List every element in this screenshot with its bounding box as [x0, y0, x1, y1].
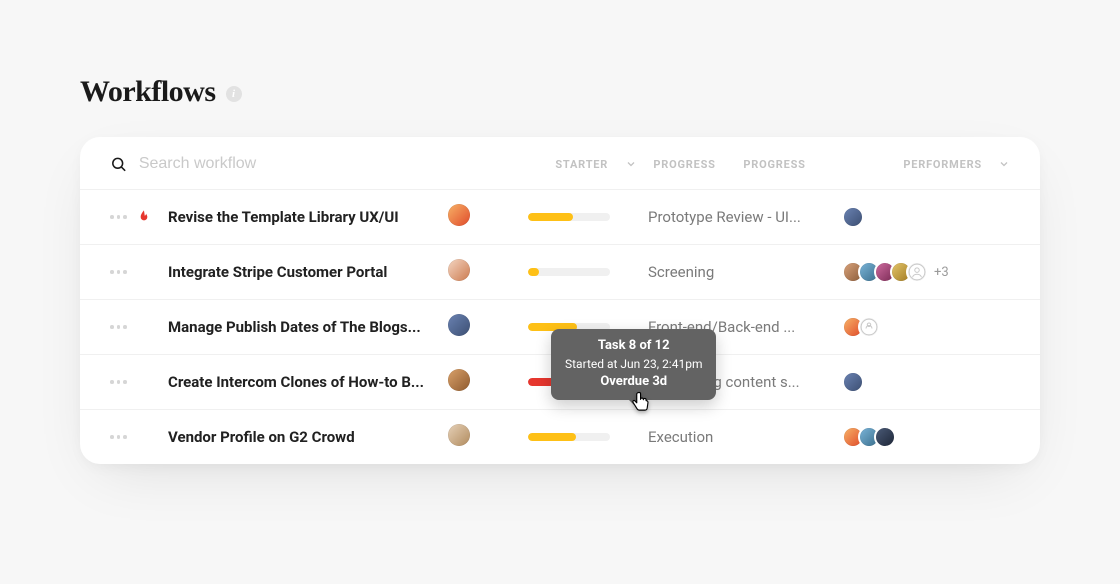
performers[interactable]	[838, 371, 1010, 393]
performers[interactable]	[838, 426, 1010, 448]
workflow-title[interactable]: Vendor Profile on G2 Crowd	[168, 428, 448, 446]
performer-avatar	[842, 371, 864, 393]
workflow-card: STARTER PROGRESS PROGRESS PERFORMERS Rev…	[80, 137, 1040, 464]
starter-avatar[interactable]	[448, 424, 528, 450]
more-icon[interactable]	[110, 215, 136, 219]
info-icon[interactable]: i	[226, 86, 242, 102]
more-icon[interactable]	[110, 270, 136, 274]
performers[interactable]	[838, 206, 1010, 228]
progress-bar[interactable]	[528, 433, 648, 441]
col-performers[interactable]: PERFORMERS	[903, 158, 982, 171]
workflow-title[interactable]: Revise the Template Library UX/UI	[168, 208, 448, 226]
performers[interactable]	[838, 316, 1010, 338]
starter-avatar[interactable]	[448, 314, 528, 340]
progress-bar[interactable]	[528, 213, 648, 221]
chevron-down-icon[interactable]	[982, 158, 1010, 170]
col-progress-stage: PROGRESS	[743, 158, 903, 171]
search-icon	[110, 155, 127, 173]
starter-avatar[interactable]	[448, 369, 528, 395]
tooltip-task: Task 8 of 12	[565, 337, 702, 356]
col-progress-bar: PROGRESS	[653, 158, 743, 171]
page-title: Workflows	[80, 75, 216, 109]
starter-avatar[interactable]	[448, 204, 528, 230]
progress-stage: Prototype Review - UI...	[648, 208, 838, 226]
more-icon[interactable]	[110, 435, 136, 439]
tooltip-started: Started at Jun 23, 2:41pm	[565, 356, 702, 373]
workflow-title[interactable]: Integrate Stripe Customer Portal	[168, 263, 448, 281]
progress-stage: Execution	[648, 428, 838, 446]
table-row[interactable]: Revise the Template Library UX/UI Prototy…	[80, 189, 1040, 244]
performers[interactable]: +3	[838, 261, 1010, 283]
performer-avatar	[842, 206, 864, 228]
starter-avatar[interactable]	[448, 259, 528, 285]
workflow-title[interactable]: Manage Publish Dates of The Blogs...	[168, 318, 448, 336]
more-icon[interactable]	[110, 380, 136, 384]
performers-overflow[interactable]: +3	[934, 265, 949, 280]
progress-stage: Screening	[648, 263, 838, 281]
avatar-placeholder-icon	[858, 316, 880, 338]
progress-bar[interactable]	[528, 268, 648, 276]
chevron-down-icon[interactable]	[625, 158, 653, 170]
pointer-cursor-icon	[627, 388, 653, 416]
performer-avatar	[874, 426, 896, 448]
search-input[interactable]	[139, 155, 556, 173]
workflow-title[interactable]: Create Intercom Clones of How-to B...	[168, 373, 448, 391]
table-row[interactable]: Integrate Stripe Customer Portal Screenin…	[80, 244, 1040, 299]
table-header: STARTER PROGRESS PROGRESS PERFORMERS	[80, 137, 1040, 189]
more-icon[interactable]	[110, 325, 136, 329]
col-starter[interactable]: STARTER	[555, 158, 625, 171]
table-row[interactable]: Vendor Profile on G2 Crowd Execution	[80, 409, 1040, 464]
avatar-placeholder-icon	[906, 261, 928, 283]
urgent-flame-icon	[136, 208, 152, 226]
